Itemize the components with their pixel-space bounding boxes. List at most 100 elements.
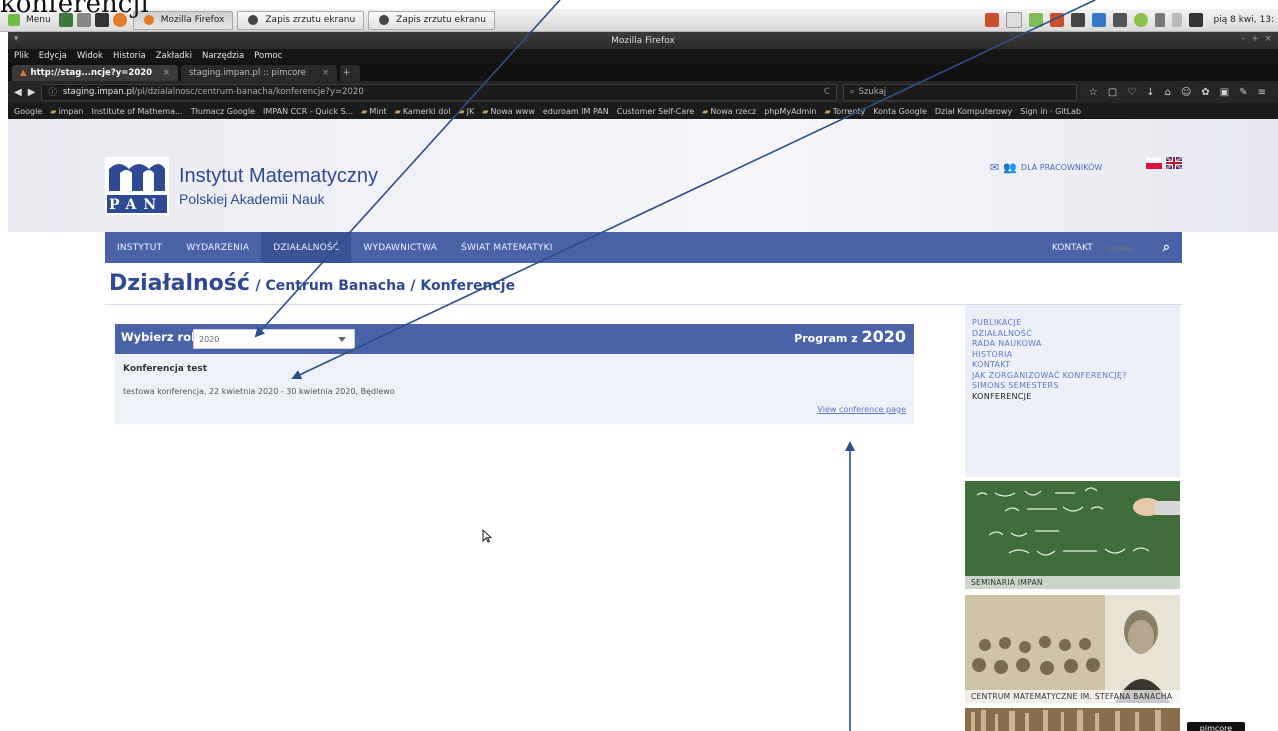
new-tab-button[interactable]: +	[340, 65, 360, 81]
year-select[interactable]: 2020	[193, 329, 355, 349]
tray-app2-icon[interactable]	[1049, 13, 1064, 27]
nav-item-wydarzenia[interactable]: WYDARZENIA	[174, 243, 261, 253]
view-conference-link[interactable]: View conference page	[817, 405, 906, 414]
bookmark-item[interactable]: Konta Google	[873, 107, 927, 116]
addon-icon[interactable]: ✿	[1201, 87, 1209, 98]
chalkboard-image	[965, 481, 1180, 589]
staff-link[interactable]: ✉ 👥 DLA PRACOWNIKÓW	[990, 161, 1102, 174]
window-controls[interactable]: – + ×	[1241, 34, 1272, 44]
envelope-icon[interactable]: ✉	[990, 161, 999, 174]
tray-volume-icon[interactable]	[1171, 13, 1182, 27]
menu-item-view[interactable]: Widok	[77, 51, 103, 61]
bookmark-item[interactable]: Google	[14, 107, 42, 116]
bookmark-item[interactable]: Kamerki dol	[395, 107, 451, 116]
pimcore-badge[interactable]: pimcore	[1187, 722, 1245, 731]
browser-search-field[interactable]: ⌕ Szukaj	[842, 83, 1077, 101]
reload-icon[interactable]: C	[824, 87, 830, 97]
tab-pimcore[interactable]: staging.impan.pl :: pimcore ×	[181, 65, 337, 81]
back-button[interactable]: ◀	[14, 87, 22, 98]
bookmark-item[interactable]: JK	[458, 107, 475, 116]
menu-item-help[interactable]: Pomoc	[254, 51, 282, 61]
breadcrumb-trail[interactable]: / Centrum Banacha / Konferencje	[256, 278, 516, 294]
download-icon[interactable]: ↓	[1146, 87, 1154, 98]
bookmark-item[interactable]: Institute of Mathema...	[91, 107, 182, 116]
bookmark-item[interactable]: Tłumacz Google	[191, 107, 255, 116]
sidebar-item-dzialalnosc[interactable]: DZIAŁALNOŚĆ	[972, 329, 1180, 340]
bookmark-item[interactable]: eduroam IM PAN	[543, 107, 609, 116]
sidebar-item-historia[interactable]: HISTORIA	[972, 350, 1180, 361]
task-screenshot-1[interactable]: Zapis zrzutu ekranu	[237, 10, 365, 30]
menu-item-tools[interactable]: Narzędzia	[202, 51, 244, 61]
home-icon[interactable]: ⌂	[1165, 87, 1171, 98]
tray-check-icon[interactable]	[1133, 13, 1148, 27]
sidebar-item-publikacje[interactable]: PUBLIKACJE	[972, 318, 1180, 329]
task-label: Mozilla Firefox	[160, 15, 225, 25]
window-menu-icon[interactable]: ▾	[14, 34, 19, 44]
language-switcher	[1146, 157, 1182, 169]
bookmark-item[interactable]: Torrenty	[825, 107, 866, 116]
menu-item-file[interactable]: Plik	[14, 51, 29, 61]
banach-center-card[interactable]: CENTRUM MATEMATYCZNE IM. STEFANA BANACHA	[965, 595, 1180, 703]
menu-item-bookmarks[interactable]: Zakładki	[156, 51, 192, 61]
nav-item-wydawnictwa[interactable]: WYDAWNICTWA	[351, 243, 449, 253]
bookmark-item[interactable]: Nowa www	[482, 107, 535, 116]
logo-subtitle: Polskiej Akademii Nauk	[179, 191, 325, 207]
pocket-icon[interactable]: ♡	[1127, 87, 1136, 98]
site-search-input[interactable]	[1104, 239, 1151, 256]
tray-update-icon[interactable]	[1091, 13, 1106, 27]
camera-icon	[379, 15, 390, 25]
conference-description: testowa konferencja, 22 kwietnia 2020 - …	[123, 387, 395, 396]
clock[interactable]: pią 8 kwi, 13:	[1214, 15, 1274, 25]
info-icon[interactable]: ⓘ	[48, 86, 57, 98]
tab-close-icon[interactable]: ×	[322, 68, 329, 78]
tray-battery-icon[interactable]	[1154, 13, 1165, 27]
task-screenshot-2[interactable]: Zapis zrzutu ekranu	[368, 10, 495, 30]
screenshot-icon[interactable]: ▣	[1220, 87, 1229, 98]
polish-flag-icon[interactable]	[1146, 157, 1162, 169]
tab-staging-conferences[interactable]: ▲ http://stag...ncje?y=2020 ×	[12, 65, 178, 81]
url-bar[interactable]: ⓘ staging.impan.pl/pl/dzialalnosc/centru…	[41, 83, 837, 101]
nav-item-dzialalnosc[interactable]: DZIAŁALNOŚĆ	[261, 232, 352, 263]
forward-button[interactable]: ▶	[28, 87, 36, 98]
bookmark-item[interactable]: Sign in · GitLab	[1020, 107, 1081, 116]
tab-close-icon[interactable]: ×	[163, 68, 170, 78]
tray-notes-icon[interactable]	[1005, 12, 1022, 28]
tray-disc-icon[interactable]	[1070, 13, 1085, 27]
sidebar-item-kontakt[interactable]: KONTAKT	[972, 360, 1180, 371]
sidebar-item-jak-zorganizowac[interactable]: JAK ZORGANIZOWAĆ KONFERENCJĘ?	[972, 371, 1180, 382]
nav-item-swiat-matematyki[interactable]: ŚWIAT MATEMATYKI	[449, 243, 564, 253]
bookmark-item[interactable]: IMPAN CCR - Quick S...	[263, 107, 353, 116]
sidebar-item-rada-naukowa[interactable]: RADA NAUKOWA	[972, 339, 1180, 350]
browser-window: ▾ Mozilla Firefox – + × Plik Edycja Wido…	[8, 32, 1278, 731]
nav-item-kontakt[interactable]: KONTAKT	[1052, 243, 1093, 253]
staff-link-label: DLA PRACOWNIKÓW	[1020, 163, 1103, 172]
bookmark-item[interactable]: Nowa rzecz	[702, 107, 756, 116]
search-icon[interactable]: ⌕	[1163, 240, 1170, 255]
tray-pen-icon[interactable]	[1188, 13, 1203, 27]
tray-app-icon[interactable]	[984, 13, 999, 27]
menu-item-edit[interactable]: Edycja	[39, 51, 67, 61]
bookmark-star-icon[interactable]: ☆	[1089, 87, 1098, 98]
extension-icon[interactable]: ✎	[1239, 87, 1247, 98]
menu-hamburger-icon[interactable]: ≡	[1258, 87, 1266, 98]
bookmark-item[interactable]: Customer Self-Care	[617, 107, 694, 116]
reader-icon[interactable]: ▢	[1108, 87, 1117, 98]
bookmark-item[interactable]: impan	[50, 107, 83, 116]
nav-item-instytut[interactable]: INSTYTUT	[105, 243, 174, 253]
logo-title[interactable]: Instytut Matematyczny	[179, 165, 378, 188]
menu-item-history[interactable]: Historia	[113, 51, 146, 61]
bookmark-item[interactable]: Dział Komputerowy	[935, 107, 1012, 116]
uk-flag-icon[interactable]	[1166, 157, 1182, 169]
breadcrumb-current-section[interactable]: Działalność	[109, 271, 250, 296]
seminars-card[interactable]: SEMINARIA IMPAN	[965, 481, 1180, 589]
sidebar-item-konferencje[interactable]: KONFERENCJE	[972, 392, 1180, 403]
window-titlebar[interactable]: ▾ Mozilla Firefox – + ×	[8, 32, 1278, 49]
bookmark-item[interactable]: Mint	[361, 107, 386, 116]
sidebar-item-simons-semesters[interactable]: SIMONS SEMESTERS	[972, 381, 1180, 392]
tray-lock-icon[interactable]	[1112, 13, 1127, 27]
bookmark-item[interactable]: phpMyAdmin	[764, 107, 816, 116]
tray-monitor-icon[interactable]	[1028, 13, 1043, 27]
sync-icon[interactable]: ☺	[1181, 87, 1191, 98]
library-card[interactable]	[965, 708, 1180, 731]
program-year: 2020	[861, 327, 906, 346]
